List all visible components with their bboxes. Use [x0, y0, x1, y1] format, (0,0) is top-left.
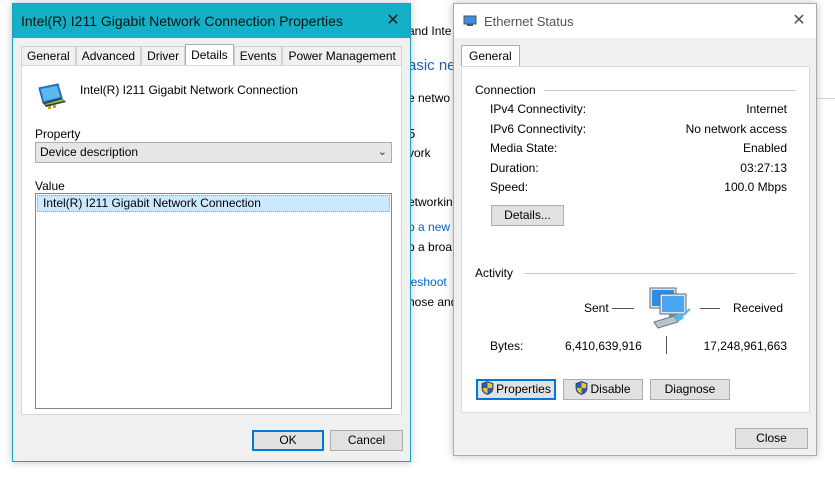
bg-link-line[interactable]: leshoot [408, 275, 447, 289]
uac-shield-icon [481, 381, 494, 395]
bg-text-line: nose and [408, 295, 458, 309]
ipv4-value: Internet [746, 102, 787, 116]
background-divider [817, 98, 835, 99]
property-selected-value: Device description [40, 145, 139, 159]
tab-advanced[interactable]: Advanced [75, 46, 142, 66]
tab-general[interactable]: General [461, 45, 520, 67]
cancel-button[interactable]: Cancel [330, 430, 403, 451]
property-label: Property [35, 127, 81, 141]
duration-value: 03:27:13 [740, 161, 787, 175]
ok-button[interactable]: OK [252, 430, 324, 451]
disable-button[interactable]: Disable [563, 379, 643, 400]
ipv6-value: No network access [685, 122, 787, 136]
tab-general[interactable]: General [21, 46, 76, 66]
bg-link-line[interactable]: p a new [408, 220, 450, 234]
tab-driver[interactable]: Driver [141, 46, 186, 66]
disable-label: Disable [590, 382, 631, 396]
details-tab-panel: Intel(R) I211 Gigabit Network Connection… [21, 65, 402, 415]
value-list[interactable]: Intel(R) I211 Gigabit Network Connection [35, 193, 392, 409]
close-icon[interactable]: ✕ [788, 10, 810, 32]
tab-power-management[interactable]: Power Management [282, 46, 402, 66]
received-line [700, 308, 720, 309]
background-window-edge [817, 0, 835, 480]
network-icon [463, 15, 477, 26]
title-bar[interactable]: Ethernet Status [454, 4, 816, 38]
device-name: Intel(R) I211 Gigabit Network Connection [80, 83, 298, 97]
received-label: Received [733, 301, 784, 315]
value-label: Value [35, 179, 65, 193]
close-button[interactable]: Close [735, 428, 808, 449]
group-divider [544, 90, 796, 91]
bytes-received-value: 17,248,961,663 [703, 339, 787, 353]
bytes-label: Bytes: [490, 339, 524, 353]
bg-text-line: etworkin [408, 195, 453, 209]
media-state-label: Media State: [490, 141, 558, 155]
bg-text-line: vork [408, 146, 431, 160]
dialog-title: Intel(R) I211 Gigabit Network Connection… [21, 13, 343, 29]
activity-group-header: Activity [475, 266, 514, 280]
diagnose-button[interactable]: Diagnose [650, 379, 730, 400]
ipv6-label: IPv6 Connectivity: [490, 122, 587, 136]
ethernet-status-dialog: Ethernet Status ✕ General Connection IPv… [453, 3, 817, 456]
tab-strip: General Advanced Driver Details Events P… [21, 44, 402, 66]
duration-label: Duration: [490, 161, 539, 175]
properties-label: Properties [496, 382, 551, 396]
uac-shield-icon [576, 381, 588, 395]
speed-value: 100.0 Mbps [724, 180, 787, 194]
bg-text-line: e netwo [408, 91, 451, 105]
network-adapter-icon [38, 83, 66, 109]
speed-label: Speed: [490, 180, 529, 194]
chevron-down-icon: ⌄ [377, 146, 387, 158]
bg-text-line: p a broa [408, 240, 453, 254]
tab-details[interactable]: Details [185, 44, 234, 66]
sent-label: Sent [584, 301, 609, 315]
title-bar[interactable]: Intel(R) I211 Gigabit Network Connection… [13, 4, 410, 38]
property-dropdown[interactable]: Device description ⌄ [35, 142, 392, 163]
close-icon[interactable]: ✕ [382, 10, 404, 32]
bg-heading-line: asic ne [408, 57, 456, 74]
bytes-sent-value: 6,410,639,916 [565, 339, 642, 353]
network-activity-icon [649, 287, 691, 329]
tab-events[interactable]: Events [233, 46, 283, 66]
adapter-properties-dialog: Intel(R) I211 Gigabit Network Connection… [12, 3, 411, 462]
sent-line [612, 308, 634, 309]
bg-text-line: and Inte [408, 24, 452, 38]
media-state-value: Enabled [742, 141, 787, 155]
ipv4-label: IPv4 Connectivity: [490, 102, 587, 116]
background-control-panel: and Inte asic ne e netwo 5 vork etworkin… [406, 0, 458, 480]
connection-group-header: Connection [475, 83, 536, 97]
properties-button[interactable]: Properties [476, 379, 556, 400]
list-item[interactable]: Intel(R) I211 Gigabit Network Connection [37, 195, 390, 212]
group-divider [524, 273, 796, 274]
dialog-title: Ethernet Status [484, 13, 574, 29]
bytes-divider [666, 336, 667, 354]
details-button[interactable]: Details... [491, 205, 564, 226]
general-tab-panel: Connection IPv4 Connectivity: Internet I… [461, 66, 810, 413]
